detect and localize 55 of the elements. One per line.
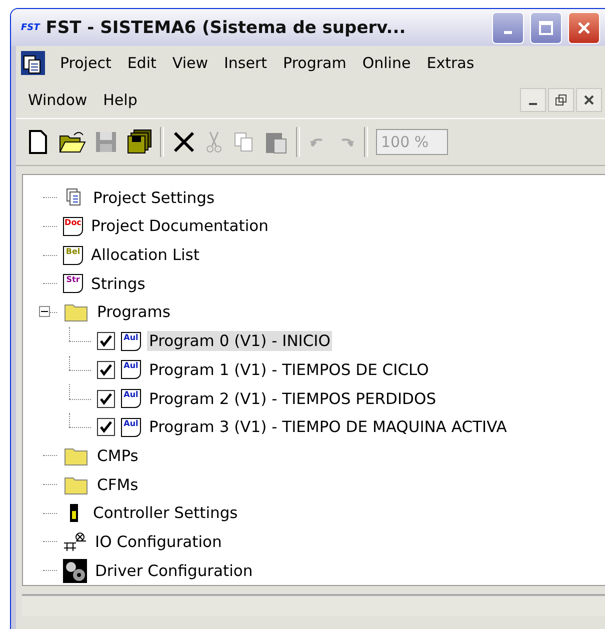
program-document-icon: Aul [121, 332, 141, 351]
menu-item[interactable]: Insert [216, 52, 276, 74]
menu-item[interactable]: Extras [418, 52, 482, 74]
checkbox[interactable] [97, 332, 115, 350]
save-all-icon[interactable] [126, 129, 152, 156]
tree-item[interactable]: Program 1 (V1) - TIEMPOS DE CICLO [147, 360, 431, 380]
checkbox[interactable] [97, 390, 115, 408]
maximize-button[interactable] [530, 12, 562, 44]
close-button[interactable] [576, 88, 602, 112]
restore-button[interactable] [548, 88, 574, 112]
menu-item[interactable]: Online [354, 52, 419, 74]
alloc-document-icon: Bel [63, 246, 83, 265]
close-icon [576, 20, 592, 36]
gears-icon [63, 558, 87, 583]
tree-item[interactable]: Program 2 (V1) - TIEMPOS PERDIDOS [147, 388, 438, 409]
window-title: FST - SISTEMA6 (Sistema de superv... [46, 18, 407, 38]
tree-item[interactable]: CMPs [95, 446, 140, 466]
open-folder-icon[interactable] [58, 130, 86, 154]
menu-item[interactable]: Project [52, 52, 120, 74]
tree-item[interactable]: Program 0 (V1) - INICIO [147, 331, 332, 352]
menu-item[interactable]: View [164, 52, 216, 74]
tree-item[interactable]: Controller Settings [91, 503, 240, 524]
tree-item[interactable]: Project Documentation [89, 216, 270, 236]
collapse-toggle[interactable] [38, 306, 50, 318]
new-file-icon[interactable] [26, 129, 50, 156]
program-document-icon: Aul [121, 360, 141, 380]
minimize-button[interactable] [520, 88, 546, 112]
tree-item[interactable]: Strings [89, 274, 148, 294]
menu-item[interactable]: Window [20, 89, 96, 112]
menu-item[interactable]: Help [95, 89, 146, 112]
minimize-icon [529, 103, 537, 106]
close-icon [584, 95, 594, 106]
checkbox[interactable] [97, 418, 115, 436]
minimize-icon [504, 31, 512, 34]
delete-icon[interactable] [172, 130, 196, 154]
menu-item[interactable]: Program [275, 52, 354, 74]
program-document-icon: Aul [121, 389, 141, 408]
tree-item[interactable]: Allocation List [89, 245, 202, 266]
restore-icon [555, 94, 567, 106]
tree-item[interactable]: IO Configuration [93, 532, 224, 552]
tree-item[interactable]: Program 3 (V1) - TIEMPO DE MAQUINA ACTIVA [147, 417, 509, 438]
tree-item[interactable]: CFMs [95, 474, 140, 495]
horizontal-scrollbar[interactable] [22, 594, 605, 616]
tree-item[interactable]: Project Settings [91, 188, 217, 208]
strings-document-icon: Str [63, 274, 83, 294]
tree-item[interactable]: Driver Configuration [93, 560, 255, 581]
menu-item[interactable]: Edit [119, 52, 164, 74]
circuit-icon [63, 530, 87, 553]
document-window-icon [20, 50, 46, 76]
doc-document-icon: Doc [63, 216, 83, 236]
app-logo: FST [21, 22, 40, 33]
program-document-icon: Aul [121, 418, 141, 437]
checkbox[interactable] [97, 360, 115, 379]
maximize-icon [538, 20, 554, 36]
tree-item[interactable]: Programs [95, 302, 172, 322]
